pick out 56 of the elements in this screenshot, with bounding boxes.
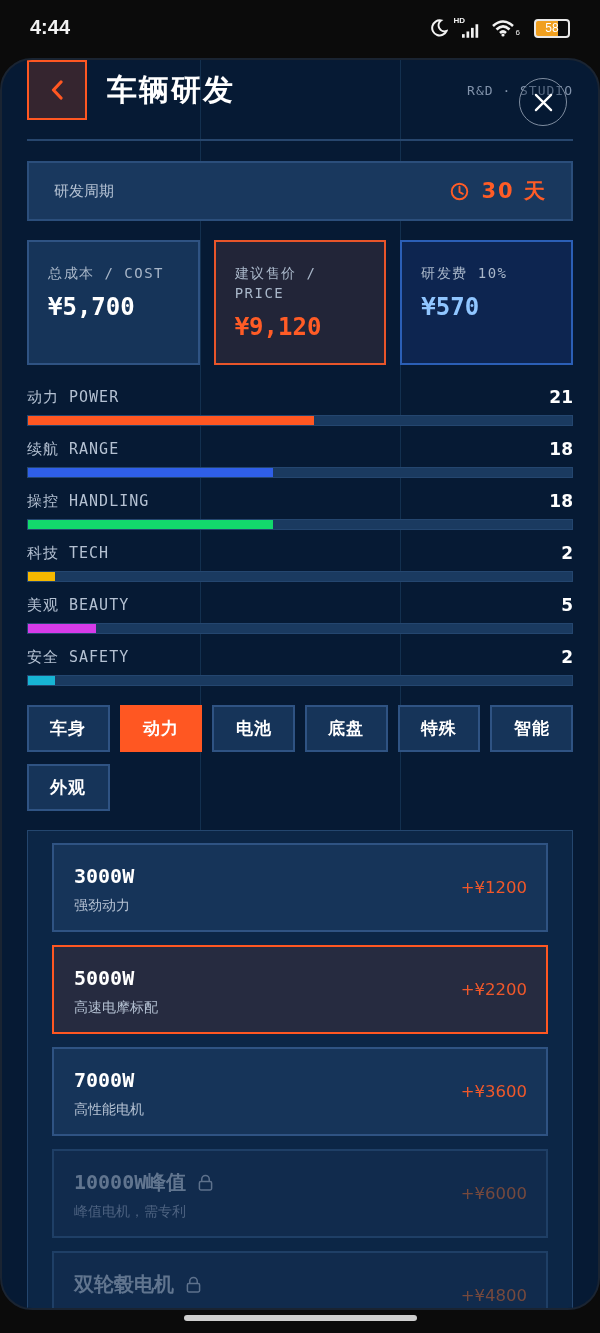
stat-value: 18: [549, 439, 573, 459]
cost-card-label: 建议售价 / PRICE: [234, 264, 318, 303]
status-time: 4:44: [30, 15, 71, 39]
moon-icon: [429, 19, 448, 37]
window-title: 车辆研发: [107, 70, 235, 109]
cost-card-label: 研发费 10%: [421, 264, 508, 283]
option-description: 强劲动力: [74, 896, 130, 915]
option-name: 7000W: [74, 1068, 135, 1092]
option-description: 高速电摩标配: [74, 998, 158, 1017]
option-description: 峰值电机，需专利: [74, 1202, 186, 1221]
cost-card-value: ¥570: [421, 292, 480, 322]
option-name: 10000W峰值: [74, 1168, 187, 1196]
option-name: 5000W: [74, 966, 135, 990]
stat-label: 操控 HANDLING: [27, 491, 150, 511]
dev-cycle-value: 30 天: [481, 178, 547, 205]
stat-label: 安全 SAFETY: [27, 647, 130, 667]
stat-value: 2: [561, 543, 573, 563]
option-card[interactable]: 7000W 高性能电机 +¥3600: [52, 1047, 548, 1136]
wifi-icon: [490, 19, 515, 37]
stat-value: 18: [549, 491, 573, 511]
stat-label: 科技 TECH: [27, 543, 110, 563]
chevron-left-icon: [51, 80, 63, 100]
option-price: +¥2200: [460, 980, 527, 1000]
option-description: 高性能电机: [74, 1100, 144, 1119]
option-name: 3000W: [74, 864, 135, 888]
stat-value: 2: [561, 647, 573, 667]
option-price: +¥3600: [460, 1082, 527, 1102]
wifi-standard-label: 6: [515, 28, 520, 37]
lock-icon: [186, 1275, 201, 1293]
cost-card-value: ¥5,700: [48, 292, 135, 322]
option-price: +¥1200: [460, 878, 527, 898]
option-price: +¥6000: [460, 1184, 527, 1204]
stat-label: 美观 BEAUTY: [27, 595, 130, 615]
category-tab[interactable]: 电池: [212, 705, 295, 752]
stat-label: 动力 POWER: [27, 387, 120, 407]
lock-icon: [198, 1173, 214, 1191]
back-button[interactable]: [27, 60, 87, 120]
dev-cycle-label: 研发周期: [54, 181, 114, 201]
category-tab[interactable]: 底盘: [305, 705, 388, 752]
category-tab[interactable]: 特殊: [397, 705, 481, 752]
clock-icon: [450, 181, 470, 201]
stat-value: 21: [549, 387, 573, 407]
stat-label: 续航 RANGE: [27, 439, 120, 459]
cost-card-label: 总成本 / COST: [48, 264, 164, 283]
stat-value: 5: [561, 595, 573, 615]
option-card[interactable]: 3000W 强劲动力 +¥1200: [52, 843, 548, 932]
option-price: +¥4800: [460, 1286, 527, 1306]
category-tab[interactable]: 智能: [490, 705, 573, 752]
signal-icon: [461, 24, 480, 38]
network-type-label: HD: [453, 16, 466, 25]
category-tab[interactable]: 车身: [27, 705, 110, 752]
cost-card-value: ¥9,120: [234, 312, 322, 342]
category-tab[interactable]: 外观: [27, 764, 110, 811]
option-card[interactable]: 5000W 高速电摩标配 +¥2200: [52, 945, 548, 1034]
option-name: 双轮毂电机: [74, 1270, 174, 1298]
battery-percent: 58: [545, 21, 559, 35]
